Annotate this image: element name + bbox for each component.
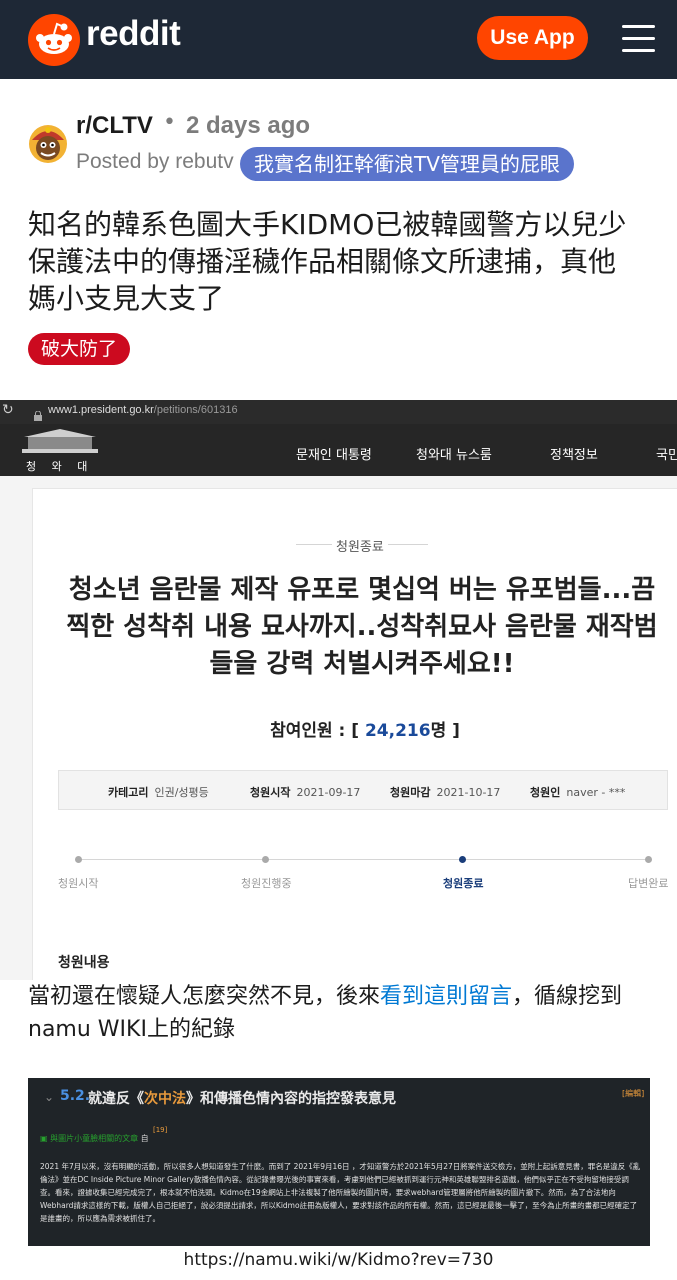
post-title: 知名的韓系色圖大手KIDMO已被韓國警方以兒少保護法中的傳播淫穢作品相關條文所逮… — [28, 208, 627, 315]
post-age: 2 days ago — [186, 112, 311, 139]
wiki-footnote: [19] — [153, 1126, 168, 1134]
progress-track — [78, 859, 648, 860]
comment-link[interactable]: 看到這則留言 — [380, 984, 512, 1009]
petition-content-label: 청원내용 — [58, 955, 110, 971]
nav-citizen[interactable]: 국민 — [656, 444, 677, 463]
nav-newsroom[interactable]: 청와대 뉴스룸 — [416, 444, 492, 463]
wiki-related-badge: ▣ 與圖片小童臉相關的文章 自 — [40, 1134, 149, 1143]
info-petitioner: 청원인 naver - *** — [530, 786, 626, 799]
progress-dot-ongoing — [262, 856, 269, 863]
nav-president[interactable]: 문재인 대통령 — [296, 444, 372, 463]
reload-icon: ↻ — [2, 402, 14, 418]
wiki-edit-link: [編輯] — [622, 1089, 645, 1098]
use-app-button[interactable]: Use App — [477, 16, 588, 60]
browser-address-bar: ↻ www1.president.go.kr/petitions/601316 — [0, 400, 677, 424]
post-body: 當初還在懷疑人怎麼突然不見，後來看到這則留言，循線挖到namu WIKI上的紀錄 — [28, 984, 623, 1042]
top-bar: reddit Use App — [0, 0, 677, 79]
progress-dot-answered — [645, 856, 652, 863]
progress-label-answered: 답변완료 — [628, 877, 669, 890]
reddit-wordmark[interactable]: reddit — [86, 14, 181, 54]
wiki-section-heading: 就違反《次中法》和傳播色情內容的指控發表意見 — [88, 1091, 396, 1107]
posted-by[interactable]: Posted by rebutv — [76, 150, 234, 174]
namu-wiki-screenshot: ⌄ 5.2. 就違反《次中法》和傳播色情內容的指控發表意見 [編輯] [19] … — [28, 1078, 650, 1246]
chevron-down-icon: ⌄ — [44, 1090, 55, 1104]
petition-title: 청소년 음란물 제작 유포로 몇십억 버는 유포범들...끔찍한 성착취 내용 … — [66, 575, 658, 679]
info-category: 카테고리 인권/성평등 — [108, 786, 209, 799]
hamburger-menu-icon[interactable] — [622, 25, 655, 53]
browser-url: www1.president.go.kr/petitions/601316 — [48, 404, 238, 416]
site-navigation: 청 와 대 문재인 대통령 청와대 뉴스룸 정책정보 국민 — [0, 424, 677, 476]
info-end-date: 청원마감 2021-10-17 — [390, 786, 501, 799]
site-name: 청 와 대 — [26, 460, 94, 473]
progress-dot-closed — [459, 856, 466, 863]
info-start-date: 청원시작 2021-09-17 — [250, 786, 361, 799]
petition-status: 청원종료 — [332, 536, 388, 555]
progress-dot-start — [75, 856, 82, 863]
meta-separator: • — [163, 110, 176, 135]
subreddit-name[interactable]: r/CLTV — [76, 112, 153, 140]
progress-label-start: 청원시작 — [58, 877, 99, 890]
lock-icon — [34, 406, 42, 421]
wiki-paragraph: 2021 年7月以來，沒有明顯的活動，所以很多人想知道發生了什麼。而到了 202… — [40, 1162, 641, 1223]
post-flair[interactable]: 破大防了 — [28, 333, 131, 365]
nav-policy[interactable]: 정책정보 — [550, 444, 598, 463]
progress-label-ongoing: 청원진행중 — [241, 877, 292, 890]
wiki-section-number: 5.2. — [60, 1088, 91, 1104]
subreddit-avatar[interactable] — [28, 124, 68, 164]
progress-label-closed: 청원종료 — [443, 877, 484, 890]
source-url: https://namu.wiki/w/Kidmo?rev=730 — [183, 1250, 494, 1270]
user-flair: 我實名制狂幹衝浪TV管理員的屁眼 — [240, 147, 574, 181]
participants-count: 참여인원 : [ 24,216명 ] — [270, 721, 460, 741]
petition-screenshot: ↻ www1.president.go.kr/petitions/601316 … — [0, 400, 677, 980]
reddit-logo-icon[interactable] — [28, 14, 80, 66]
